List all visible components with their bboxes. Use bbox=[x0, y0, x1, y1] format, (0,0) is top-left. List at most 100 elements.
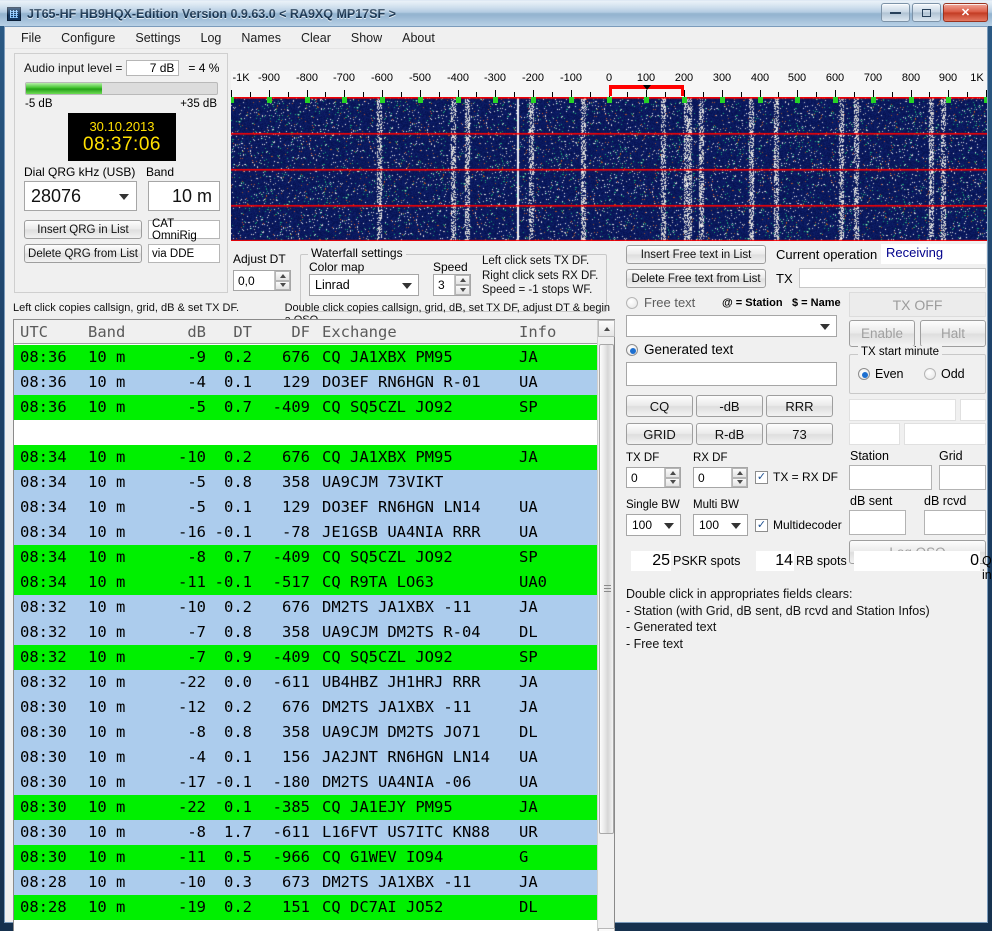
table-row[interactable]: 08:34 10 m -5 0.8 358 UA9CJM 73VIKT bbox=[14, 470, 599, 495]
spin-down-icon[interactable] bbox=[275, 280, 290, 290]
db-rcvd-field[interactable] bbox=[924, 510, 986, 535]
menu-show[interactable]: Show bbox=[341, 28, 392, 48]
tx-start-even-radio[interactable] bbox=[858, 368, 870, 380]
scroll-up-icon[interactable] bbox=[598, 320, 615, 337]
macro-73-button[interactable]: 73 bbox=[766, 423, 833, 445]
station-field[interactable] bbox=[849, 465, 932, 490]
decode-table-body[interactable]: 08:36 10 m -9 0.2 676 CQ JA1XBX PM95 JA 08:36 10… bbox=[14, 345, 599, 931]
adjust-dt-spin-buttons[interactable] bbox=[274, 271, 290, 290]
insert-qrg-button[interactable]: Insert QRG in List bbox=[24, 220, 142, 239]
rx-df-spin-buttons[interactable] bbox=[731, 468, 747, 487]
tx-df-spinner[interactable]: 0 bbox=[626, 467, 681, 488]
table-row[interactable]: 08:36 10 m -5 0.7 -409 CQ SQ5CZL JO92 SP bbox=[14, 395, 599, 420]
macro-db-button[interactable]: -dB bbox=[696, 395, 763, 417]
cell-exchange: CQ G1WEV IO94 bbox=[322, 848, 444, 866]
adjust-dt-spinner[interactable]: 0,0 bbox=[233, 270, 291, 291]
cell-band: 10 m bbox=[88, 673, 126, 691]
table-row[interactable]: 08:32 10 m -7 0.8 358 UA9CJM DM2TS R-04 DL bbox=[14, 620, 599, 645]
menu-about[interactable]: About bbox=[392, 28, 445, 48]
menu-configure[interactable]: Configure bbox=[51, 28, 125, 48]
menu-log[interactable]: Log bbox=[191, 28, 232, 48]
decode-table[interactable]: UTC Band dB DT DF Exchange Info 08:36 10 … bbox=[13, 319, 615, 931]
waterfall-display[interactable] bbox=[231, 97, 987, 241]
table-row[interactable]: 08:30 10 m -8 1.7 -611 L16FVT US7ITC KN88 UR bbox=[14, 820, 599, 845]
generated-text-field[interactable] bbox=[626, 362, 837, 386]
cell-dt: 0.8 bbox=[224, 473, 252, 491]
spin-down-icon[interactable] bbox=[455, 285, 470, 295]
table-row[interactable]: 08:30 10 m -12 0.2 676 DM2TS JA1XBX -11 JA bbox=[14, 695, 599, 720]
close-button[interactable]: ✕ bbox=[943, 3, 988, 22]
minimize-button[interactable] bbox=[881, 3, 910, 22]
macro-grid-button[interactable]: GRID bbox=[626, 423, 693, 445]
generated-text-radio-row[interactable]: Generated text bbox=[626, 342, 733, 357]
generated-text-radio[interactable] bbox=[626, 343, 638, 356]
free-text-radio-row[interactable]: Free text bbox=[626, 295, 695, 310]
cell-info: UA bbox=[519, 523, 538, 541]
table-row[interactable] bbox=[14, 420, 599, 445]
halt-button[interactable]: Halt bbox=[920, 320, 986, 347]
free-text-radio[interactable] bbox=[626, 296, 638, 309]
table-row[interactable]: 08:34 10 m -10 0.2 676 CQ JA1XBX PM95 JA bbox=[14, 445, 599, 470]
spin-up-icon[interactable] bbox=[275, 271, 290, 281]
spin-down-icon[interactable] bbox=[732, 477, 747, 487]
grid-field[interactable] bbox=[939, 465, 986, 490]
multidecoder-row[interactable]: Multidecoder bbox=[755, 518, 842, 532]
tx-start-even-row[interactable]: Even bbox=[858, 367, 904, 381]
table-row[interactable]: 08:32 10 m -10 0.2 676 DM2TS JA1XBX -11 JA bbox=[14, 595, 599, 620]
chevron-down-icon bbox=[664, 523, 674, 529]
waterfall-panel[interactable]: -1K -900 -800 -700 -600 -500 -400 -300 -200 -100 0… bbox=[231, 71, 987, 241]
tx-eq-rx-df-checkbox[interactable] bbox=[755, 470, 768, 484]
speed-spinner[interactable]: 3 bbox=[433, 274, 471, 296]
tx-df-spin-buttons[interactable] bbox=[664, 468, 680, 487]
menu-clear[interactable]: Clear bbox=[291, 28, 341, 48]
multidecoder-checkbox[interactable] bbox=[755, 518, 768, 532]
tx-eq-rx-df-row[interactable]: TX = RX DF bbox=[755, 470, 838, 484]
spin-up-icon[interactable] bbox=[732, 468, 747, 478]
delete-free-text-button[interactable]: Delete Free text from List bbox=[626, 269, 766, 288]
free-text-combobox[interactable] bbox=[626, 315, 837, 337]
insert-free-text-button[interactable]: Insert Free text in List bbox=[626, 245, 766, 264]
delete-qrg-button[interactable]: Delete QRG from List bbox=[24, 244, 142, 263]
table-row[interactable]: 08:30 10 m -22 0.1 -385 CQ JA1EJY PM95 JA bbox=[14, 795, 599, 820]
table-row[interactable]: 08:30 10 m -17 -0.1 -180 DM2TS UA4NIA -06 UA bbox=[14, 770, 599, 795]
table-row[interactable]: 08:28 10 m -10 0.3 673 DM2TS JA1XBX -11 JA bbox=[14, 870, 599, 895]
enable-button[interactable]: Enable bbox=[849, 320, 915, 347]
macro-cq-button[interactable]: CQ bbox=[626, 395, 693, 417]
tx-start-odd-radio[interactable] bbox=[924, 368, 936, 380]
db-sent-field[interactable] bbox=[849, 510, 906, 535]
spin-down-icon[interactable] bbox=[665, 477, 680, 487]
tx-start-odd-row[interactable]: Odd bbox=[924, 367, 965, 381]
dial-qrg-combobox[interactable]: 28076 bbox=[24, 181, 137, 211]
table-row[interactable]: 08:30 10 m -8 0.8 358 UA9CJM DM2TS JO71 DL bbox=[14, 720, 599, 745]
colormap-combobox[interactable]: Linrad bbox=[309, 274, 419, 296]
macro-rdb-button[interactable]: R-dB bbox=[696, 423, 763, 445]
scrollbar-thumb[interactable] bbox=[599, 344, 614, 834]
table-row[interactable]: 08:28 10 m -19 0.2 151 CQ DC7AI JO52 DL bbox=[14, 895, 599, 920]
table-row[interactable]: 08:36 10 m -9 0.2 676 CQ JA1XBX PM95 JA bbox=[14, 345, 599, 370]
decode-table-scrollbar[interactable] bbox=[597, 320, 615, 931]
table-row[interactable]: 08:32 10 m -22 0.0 -611 UB4HBZ JH1HRJ RRR JA bbox=[14, 670, 599, 695]
table-row[interactable]: 08:30 10 m -4 0.1 156 JA2JNT RN6HGN LN14 UA bbox=[14, 745, 599, 770]
menu-file[interactable]: File bbox=[11, 28, 51, 48]
table-row[interactable]: 08:32 10 m -7 0.9 -409 CQ SQ5CZL JO92 SP bbox=[14, 645, 599, 670]
menu-names[interactable]: Names bbox=[231, 28, 291, 48]
rx-df-spinner[interactable]: 0 bbox=[693, 467, 748, 488]
table-row[interactable]: 08:36 10 m -4 0.1 129 DO3EF RN6HGN R-01 UA bbox=[14, 370, 599, 395]
table-row[interactable]: 08:30 10 m -11 0.5 -966 CQ G1WEV IO94 G bbox=[14, 845, 599, 870]
waterfall-tick bbox=[760, 90, 761, 97]
maximize-button[interactable] bbox=[912, 3, 941, 22]
multi-bw-combobox[interactable]: 100 bbox=[693, 514, 748, 536]
waterfall-canvas[interactable] bbox=[231, 97, 987, 241]
menu-settings[interactable]: Settings bbox=[125, 28, 190, 48]
table-row[interactable]: 08:34 10 m -8 0.7 -409 CQ SQ5CZL JO92 SP bbox=[14, 545, 599, 570]
table-row[interactable]: 08:34 10 m -5 0.1 129 DO3EF RN6HGN LN14 UA bbox=[14, 495, 599, 520]
speed-spin-buttons[interactable] bbox=[454, 275, 470, 295]
cell-band: 10 m bbox=[88, 548, 126, 566]
cell-utc: 08:28 bbox=[20, 873, 67, 891]
macro-rrr-button[interactable]: RRR bbox=[766, 395, 833, 417]
spin-up-icon[interactable] bbox=[455, 275, 470, 285]
table-row[interactable]: 08:34 10 m -16 -0.1 -78 JE1GSB UA4NIA RRR UA bbox=[14, 520, 599, 545]
single-bw-combobox[interactable]: 100 bbox=[626, 514, 681, 536]
spin-up-icon[interactable] bbox=[665, 468, 680, 478]
table-row[interactable]: 08:34 10 m -11 -0.1 -517 CQ R9TA LO63 UA0 bbox=[14, 570, 599, 595]
